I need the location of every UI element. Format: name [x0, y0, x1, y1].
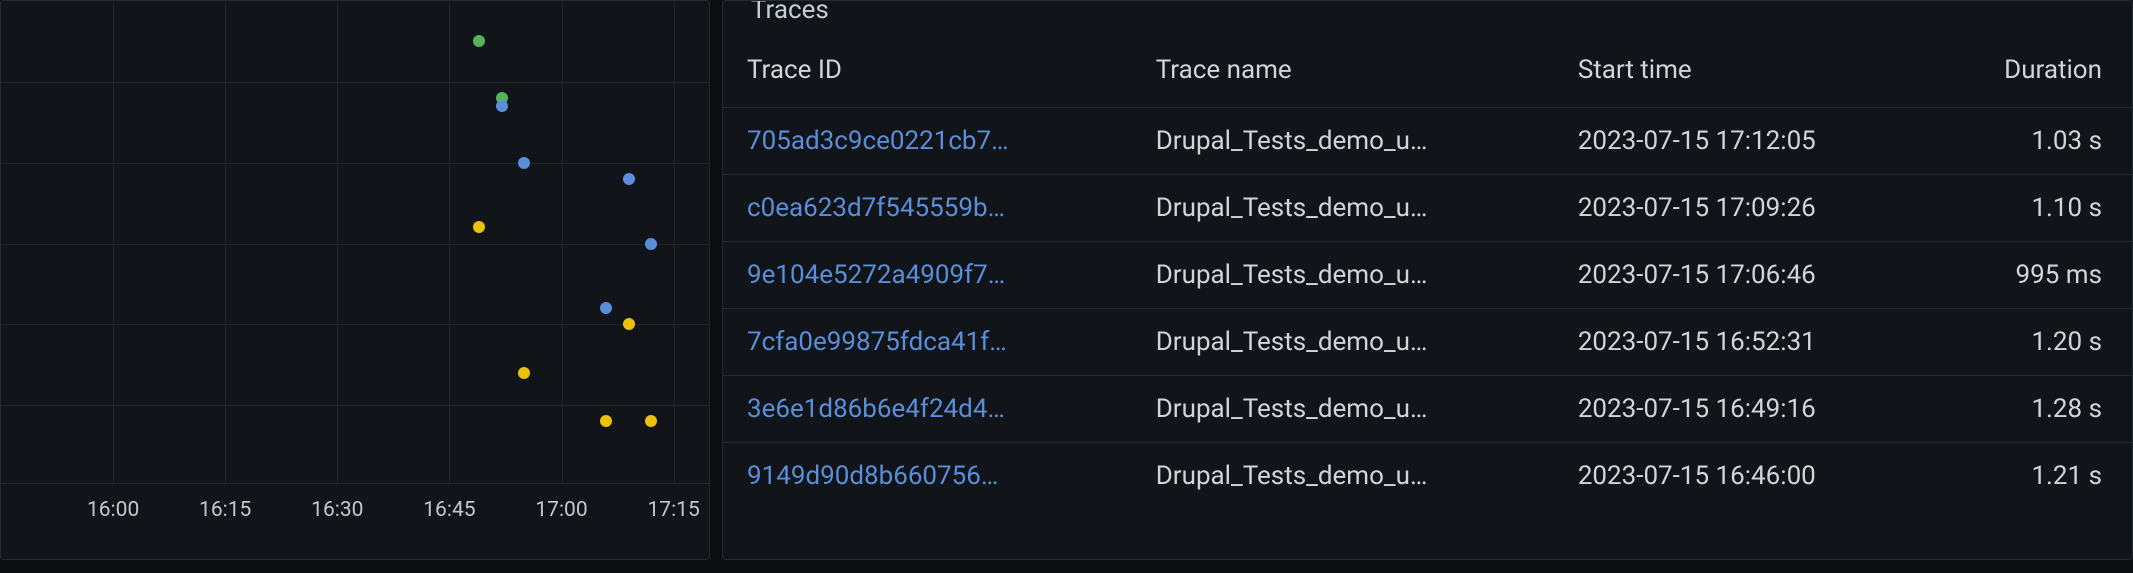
chart-gridline-h: [1, 405, 709, 406]
chart-gridline-v: [449, 1, 450, 483]
trace-name-cell: Drupal_Tests_demo_u…: [1132, 242, 1554, 309]
chart-gridline-v: [225, 1, 226, 483]
table-row[interactable]: 9e104e5272a4909f7… Drupal_Tests_demo_u… …: [723, 242, 2132, 309]
chart-gridline-h: [1, 163, 709, 164]
trace-start-cell: 2023-07-15 16:49:16: [1554, 376, 1932, 443]
trace-name-cell: Drupal_Tests_demo_u…: [1132, 108, 1554, 175]
trace-id-link[interactable]: 9149d90d8b660756…: [723, 443, 1132, 510]
chart-point-blue[interactable]: [645, 238, 657, 250]
chart-x-tick: 16:15: [199, 498, 251, 522]
chart-gridline-v: [113, 1, 114, 483]
chart-point-green[interactable]: [473, 35, 485, 47]
traces-table: Trace ID Trace name Start time Duration …: [723, 37, 2132, 509]
trace-duration-cell: 1.03 s: [1931, 108, 2132, 175]
table-row[interactable]: c0ea623d7f545559b… Drupal_Tests_demo_u… …: [723, 175, 2132, 242]
chart-point-yellow[interactable]: [645, 415, 657, 427]
trace-name-cell: Drupal_Tests_demo_u…: [1132, 443, 1554, 510]
chart-point-yellow[interactable]: [518, 367, 530, 379]
chart-x-tick: 16:45: [423, 498, 475, 522]
trace-id-link[interactable]: 705ad3c9ce0221cb7…: [723, 108, 1132, 175]
trace-id-link[interactable]: 3e6e1d86b6e4f24d4…: [723, 376, 1132, 443]
chart-gridline-h: [1, 244, 709, 245]
trace-duration-cell: 995 ms: [1931, 242, 2132, 309]
traces-scatter-chart[interactable]: 16:00 16:15 16:30 16:45 17:00 17:15: [0, 0, 710, 560]
trace-start-cell: 2023-07-15 17:06:46: [1554, 242, 1932, 309]
chart-x-tick: 16:30: [311, 498, 363, 522]
trace-name-cell: Drupal_Tests_demo_u…: [1132, 175, 1554, 242]
table-row[interactable]: 705ad3c9ce0221cb7… Drupal_Tests_demo_u… …: [723, 108, 2132, 175]
trace-start-cell: 2023-07-15 17:12:05: [1554, 108, 1932, 175]
chart-x-tick: 17:00: [535, 498, 587, 522]
trace-start-cell: 2023-07-15 16:52:31: [1554, 309, 1932, 376]
trace-duration-cell: 1.21 s: [1931, 443, 2132, 510]
trace-duration-cell: 1.10 s: [1931, 175, 2132, 242]
chart-plot-area: [1, 1, 709, 484]
chart-gridline-v: [337, 1, 338, 483]
trace-id-link[interactable]: c0ea623d7f545559b…: [723, 175, 1132, 242]
chart-point-blue[interactable]: [518, 157, 530, 169]
chart-gridline-h: [1, 324, 709, 325]
trace-start-cell: 2023-07-15 16:46:00: [1554, 443, 1932, 510]
trace-name-cell: Drupal_Tests_demo_u…: [1132, 376, 1554, 443]
trace-name-cell: Drupal_Tests_demo_u…: [1132, 309, 1554, 376]
col-trace-id[interactable]: Trace ID: [723, 37, 1132, 108]
table-header-row: Trace ID Trace name Start time Duration: [723, 37, 2132, 108]
chart-gridline-v: [562, 1, 563, 483]
traces-table-body: 705ad3c9ce0221cb7… Drupal_Tests_demo_u… …: [723, 108, 2132, 510]
col-start-time[interactable]: Start time: [1554, 37, 1932, 108]
trace-start-cell: 2023-07-15 17:09:26: [1554, 175, 1932, 242]
chart-point-blue[interactable]: [496, 100, 508, 112]
trace-duration-cell: 1.20 s: [1931, 309, 2132, 376]
chart-gridline-h: [1, 82, 709, 83]
col-trace-name[interactable]: Trace name: [1132, 37, 1554, 108]
chart-point-yellow[interactable]: [623, 318, 635, 330]
traces-title: Traces: [723, 0, 2132, 37]
trace-duration-cell: 1.28 s: [1931, 376, 2132, 443]
chart-point-blue[interactable]: [600, 302, 612, 314]
traces-panel: Traces Trace ID Trace name Start time Du…: [722, 0, 2133, 560]
chart-point-yellow[interactable]: [600, 415, 612, 427]
trace-id-link[interactable]: 7cfa0e99875fdca41f…: [723, 309, 1132, 376]
table-row[interactable]: 3e6e1d86b6e4f24d4… Drupal_Tests_demo_u… …: [723, 376, 2132, 443]
table-row[interactable]: 9149d90d8b660756… Drupal_Tests_demo_u… 2…: [723, 443, 2132, 510]
table-row[interactable]: 7cfa0e99875fdca41f… Drupal_Tests_demo_u……: [723, 309, 2132, 376]
chart-point-blue[interactable]: [623, 173, 635, 185]
chart-gridline-v: [674, 1, 675, 483]
chart-x-tick: 17:15: [647, 498, 699, 522]
chart-point-yellow[interactable]: [473, 221, 485, 233]
chart-x-tick: 16:00: [87, 498, 139, 522]
trace-id-link[interactable]: 9e104e5272a4909f7…: [723, 242, 1132, 309]
col-duration[interactable]: Duration: [1931, 37, 2132, 108]
chart-x-axis: 16:00 16:15 16:30 16:45 17:00 17:15: [1, 494, 709, 524]
